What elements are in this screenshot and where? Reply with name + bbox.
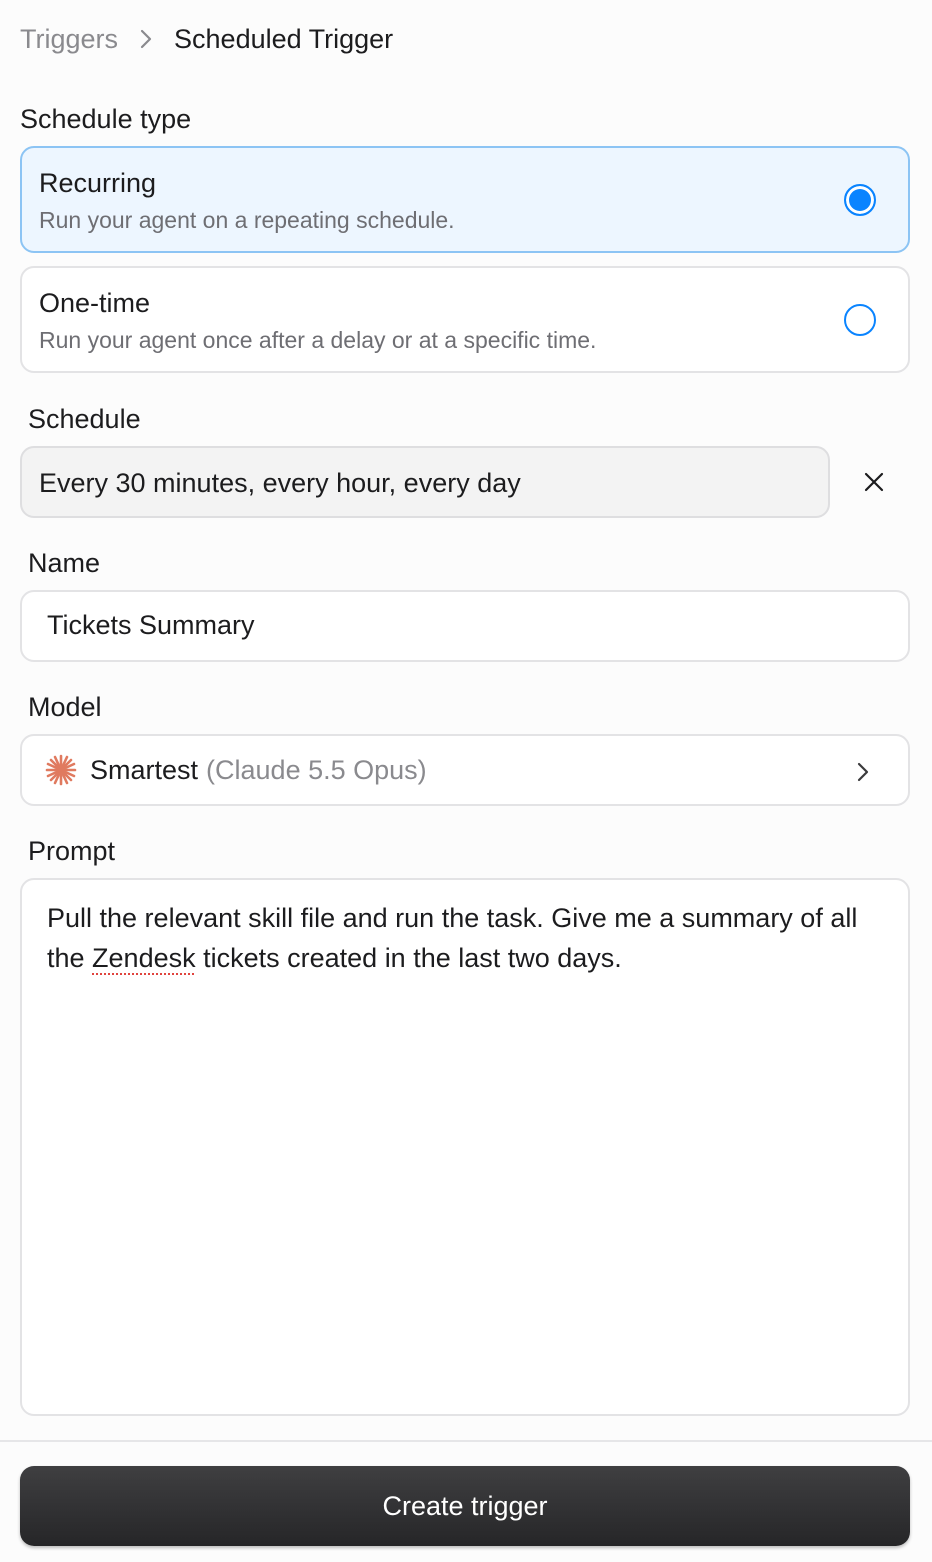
schedule-label: Schedule [28,404,141,434]
option-description: Run your agent once after a delay or at … [39,327,597,353]
model-detail: (Claude 5.5 Opus) [206,754,427,785]
chevron-right-icon [126,20,166,58]
close-icon [864,472,884,492]
chevron-right-icon [856,758,880,786]
create-trigger-button[interactable]: Create trigger [20,1466,910,1546]
misspelled-word: Zendesk [92,943,196,973]
breadcrumb-current: Scheduled Trigger [174,23,394,54]
name-label: Name [28,548,101,578]
prompt-text: tickets created in the last two days. [195,943,622,973]
footer-divider [0,1440,932,1442]
breadcrumb: Triggers Scheduled Trigger [20,20,393,58]
model-selector[interactable]: Smartest (Claude 5.5 Opus) [20,734,910,806]
schedule-type-label: Schedule type [20,104,192,134]
prompt-textarea[interactable]: Pull the relevant skill file and run the… [20,878,910,1416]
scheduled-trigger-form: Triggers Scheduled Trigger Schedule type… [0,0,932,1562]
schedule-option-recurring[interactable]: Recurring Run your agent on a repeating … [20,146,910,253]
model-label: Model [28,692,102,722]
name-input[interactable]: Tickets Summary [20,590,910,662]
model-name: Smartest [90,754,199,785]
option-title: Recurring [39,168,157,198]
schedule-option-one-time[interactable]: One-time Run your agent once after a del… [20,266,910,373]
clear-schedule-button[interactable] [852,462,896,502]
prompt-label: Prompt [28,836,116,866]
option-description: Run your agent on a repeating schedule. [39,207,455,233]
breadcrumb-triggers-link[interactable]: Triggers [20,24,118,55]
option-title: One-time [39,288,151,318]
recurring-radio[interactable] [844,184,876,216]
one-time-radio[interactable] [844,304,876,336]
schedule-field[interactable]: Every 30 minutes, every hour, every day [20,446,830,518]
claude-spark-icon [44,753,78,787]
